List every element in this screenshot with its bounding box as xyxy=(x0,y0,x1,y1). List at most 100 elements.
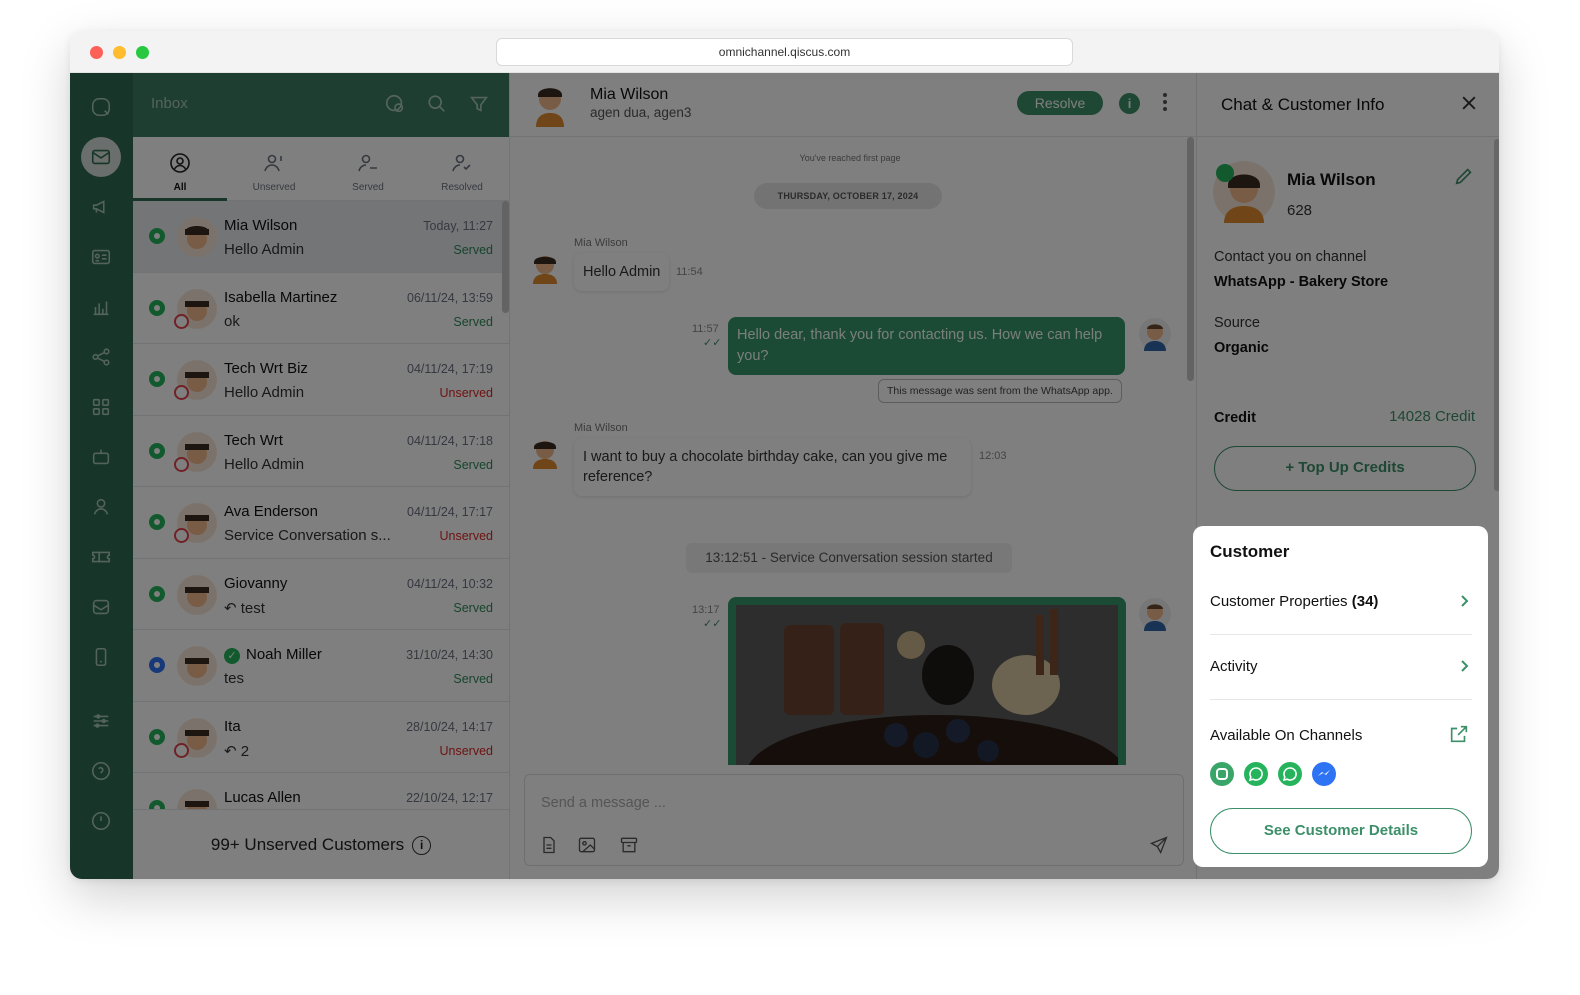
browser-window: omnichannel.qiscus.com Inbox All Unserve… xyxy=(70,31,1499,879)
unserved-summary[interactable]: 99+ Unserved Customers i xyxy=(133,809,509,879)
contacts-card-icon[interactable] xyxy=(81,237,121,277)
agent-avatar xyxy=(1139,598,1171,631)
user-check-icon xyxy=(452,154,471,172)
top-up-credits-button[interactable]: + Top Up Credits xyxy=(1214,446,1476,491)
user-alert-icon xyxy=(264,154,282,172)
status-badge: Served xyxy=(453,314,493,329)
cake-image[interactable] xyxy=(736,605,1118,765)
panel-header: Chat & Customer Info xyxy=(1197,73,1499,137)
conversation-row[interactable]: Tech Wrt Hello Admin 04/11/24, 17:18 Ser… xyxy=(133,416,509,487)
whatsapp-icon xyxy=(149,228,165,244)
whatsapp-icon xyxy=(149,299,165,316)
search-icon[interactable] xyxy=(426,93,450,117)
info-icon[interactable]: i xyxy=(1119,93,1140,114)
help-icon[interactable] xyxy=(81,751,121,791)
qiscus-chat-icon[interactable] xyxy=(1210,762,1234,786)
contact-channel-label: Contact you on channel xyxy=(1214,249,1367,265)
status-badge: Unserved xyxy=(439,743,494,758)
tab-unserved[interactable]: Unserved xyxy=(227,137,321,200)
document-icon[interactable] xyxy=(539,835,561,857)
tab-served[interactable]: Served xyxy=(321,137,415,200)
incoming-message[interactable]: Hello Admin xyxy=(574,253,670,291)
contact-name: Ita xyxy=(224,717,241,735)
chat-header: Mia Wilson agen dua, agen3 Resolve i xyxy=(510,73,1196,137)
last-message-text: test xyxy=(240,599,265,617)
app: Inbox All Unserved Served Resolved Mia W… xyxy=(70,73,1499,879)
customer-phone: 628 xyxy=(1287,202,1313,219)
broadcast-icon[interactable] xyxy=(81,187,121,227)
contact-name: Lucas Allen xyxy=(224,789,301,806)
minimize-window-button[interactable] xyxy=(113,46,126,59)
avatar xyxy=(177,574,217,615)
whatsapp-icon[interactable] xyxy=(1278,762,1302,786)
image-message[interactable] xyxy=(728,597,1126,765)
message-input[interactable]: Send a message ... xyxy=(541,795,666,811)
last-message: ok xyxy=(224,312,240,330)
conversation-row[interactable]: Isabella Martinez ok 06/11/24, 13:59 Ser… xyxy=(133,273,509,344)
ticket-icon[interactable] xyxy=(81,537,121,577)
mobile-icon[interactable] xyxy=(81,637,121,677)
integration-share-icon[interactable] xyxy=(81,337,121,377)
maximize-window-button[interactable] xyxy=(136,46,149,59)
conversation-row[interactable]: Ita ↶ 2 28/10/24, 14:17 Unserved xyxy=(133,702,509,773)
archive-template-icon[interactable] xyxy=(619,835,641,857)
conversation-row[interactable]: Mia Wilson Hello Admin Today, 11:27 Serv… xyxy=(133,201,509,273)
agent-icon[interactable] xyxy=(81,487,121,527)
timestamp: 04/11/24, 17:17 xyxy=(407,505,493,519)
whatsapp-icon[interactable] xyxy=(1244,762,1268,786)
conversation-row[interactable]: Giovanny ↶ test 04/11/24, 10:32 Served xyxy=(133,559,509,630)
last-message: tes xyxy=(224,670,245,687)
conversation-row[interactable]: Tech Wrt Biz Hello Admin 04/11/24, 17:19… xyxy=(133,344,509,416)
avatar xyxy=(536,88,564,127)
more-options-icon[interactable] xyxy=(1160,91,1170,115)
conversation-row[interactable]: Lucas Allen 22/10/24, 12:17 xyxy=(133,773,509,809)
incoming-message[interactable]: I want to buy a chocolate birthday cake,… xyxy=(574,438,971,496)
send-icon[interactable] xyxy=(1149,835,1171,857)
resolve-button[interactable]: Resolve xyxy=(1017,91,1103,115)
list-scrollbar[interactable] xyxy=(502,201,509,313)
close-icon[interactable] xyxy=(1459,93,1483,117)
expired-session-icon xyxy=(174,385,189,400)
power-icon[interactable] xyxy=(81,801,121,841)
message-composer[interactable]: Send a message ... xyxy=(524,774,1184,866)
credit-label: Credit xyxy=(1214,410,1256,426)
edit-pencil-icon[interactable] xyxy=(1453,165,1475,187)
qiscus-logo-icon[interactable] xyxy=(81,87,121,127)
user-served-icon xyxy=(358,154,377,172)
conversation-row[interactable]: Ava Enderson Service Conversation s... 0… xyxy=(133,487,509,559)
last-message: Hello Admin xyxy=(224,384,305,401)
apps-grid-icon[interactable] xyxy=(81,387,121,427)
close-window-button[interactable] xyxy=(90,46,103,59)
customer-card: Customer Customer Properties (34) Activi… xyxy=(1193,526,1488,867)
tab-all[interactable]: All xyxy=(133,137,227,201)
customer-properties-count: (34) xyxy=(1351,593,1379,610)
browser-titlebar: omnichannel.qiscus.com xyxy=(70,31,1499,73)
analytics-icon[interactable] xyxy=(81,287,121,327)
address-bar[interactable]: omnichannel.qiscus.com xyxy=(496,38,1073,66)
conversation-row[interactable]: ✓ Noah Miller tes 31/10/24, 14:30 Served xyxy=(133,630,509,702)
expired-session-icon xyxy=(174,456,189,472)
chat-scrollbar[interactable] xyxy=(1187,137,1194,381)
image-icon[interactable] xyxy=(577,835,599,857)
customer-properties-label: Customer Properties (34) xyxy=(1210,593,1378,610)
customer-properties-row[interactable]: Customer Properties (34) xyxy=(1210,571,1472,635)
mailbox-icon[interactable] xyxy=(81,587,121,627)
settings-sliders-icon[interactable] xyxy=(81,701,121,741)
chocolate-cake-illustration xyxy=(736,605,1118,765)
messenger-icon[interactable] xyxy=(1312,762,1336,786)
outgoing-message[interactable]: Hello dear, thank you for contacting us.… xyxy=(728,317,1125,375)
inbox-icon[interactable] xyxy=(81,137,121,177)
tab-resolved[interactable]: Resolved xyxy=(415,137,509,200)
agent-avatar xyxy=(1139,318,1171,351)
chat-settings-icon[interactable] xyxy=(384,93,408,117)
see-customer-details-button[interactable]: See Customer Details xyxy=(1210,808,1472,854)
panel-scrollbar[interactable] xyxy=(1494,139,1499,491)
whatsapp-icon xyxy=(149,442,165,459)
external-link-icon[interactable] xyxy=(1448,723,1472,747)
timestamp: 04/11/24, 10:32 xyxy=(407,576,493,591)
filter-icon[interactable] xyxy=(468,93,492,117)
card-title: Customer xyxy=(1210,542,1290,561)
activity-row[interactable]: Activity xyxy=(1210,636,1472,700)
bot-icon[interactable] xyxy=(81,437,121,477)
info-icon[interactable]: i xyxy=(412,836,432,856)
